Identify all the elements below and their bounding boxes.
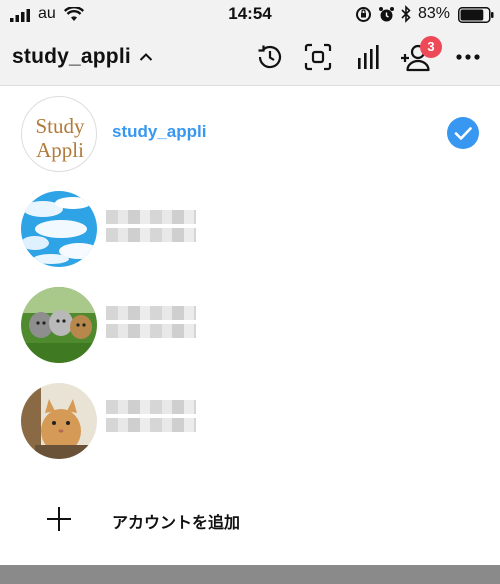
top-header: study_appli 3 [0,30,500,86]
avatar [21,383,97,459]
svg-text:Study: Study [35,114,85,138]
sky-clouds-image [21,191,97,267]
checkmark-icon [447,117,479,149]
blurred-username [106,400,196,414]
account-row-4[interactable] [0,374,500,464]
avatar [21,191,97,267]
study-appli-logo: Study Appli [35,114,85,162]
alarm-icon [379,7,394,22]
chevron-up-icon [139,53,153,61]
status-bar: au 14:54 83% [0,0,500,30]
avatar [21,287,97,363]
account-username: study_appli [112,122,207,141]
notification-badge: 3 [420,36,442,58]
more-icon[interactable] [452,41,484,73]
history-icon[interactable] [254,41,286,73]
svg-text:Appli: Appli [36,138,84,162]
account-row-2[interactable] [0,182,500,272]
blurred-username [106,210,196,224]
account-switcher[interactable]: study_appli [12,42,153,72]
cat-portrait-image [21,383,97,459]
bottom-overlay-edge [0,565,500,584]
add-account-label: アカウントを追加 [112,513,241,532]
account-row-study-appli[interactable]: Study Appli study_appli [0,86,500,176]
blurred-username [106,306,196,320]
battery-percent: 83% [418,5,451,22]
kittens-image [21,287,97,363]
avatar: Study Appli [21,96,97,172]
orientation-lock-icon [356,7,371,22]
blurred-username [106,418,196,432]
blurred-username [106,324,196,338]
plus-icon [47,507,71,531]
battery-icon [458,7,494,23]
bluetooth-icon [401,5,411,23]
account-row-3[interactable] [0,276,500,366]
blurred-username [106,228,196,242]
insights-icon[interactable] [352,41,384,73]
add-account-button[interactable]: アカウントを追加 [0,488,500,548]
scan-icon[interactable] [302,41,334,73]
current-account-name: study_appli [12,45,131,68]
